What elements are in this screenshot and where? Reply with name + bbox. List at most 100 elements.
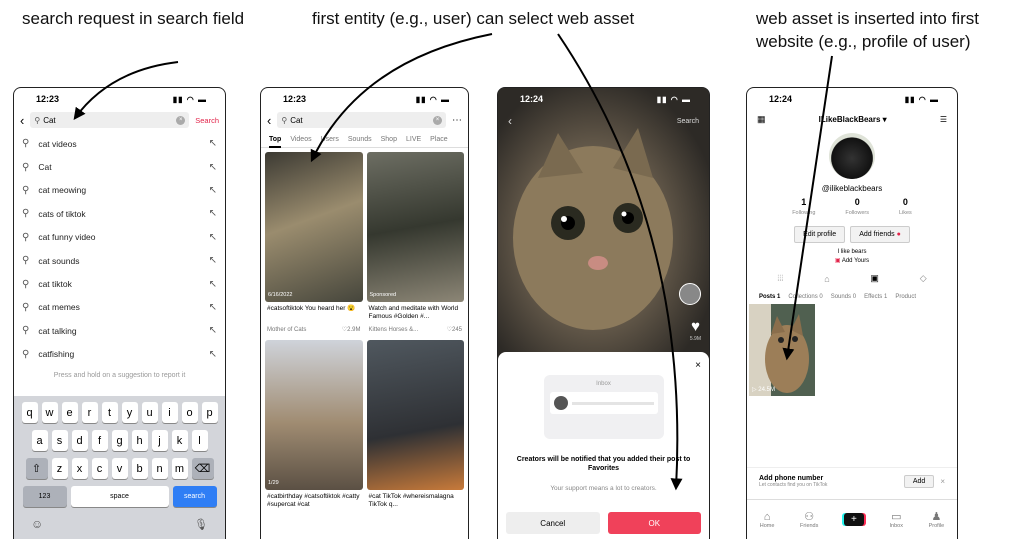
emoji-icon[interactable]: ☺ bbox=[31, 517, 43, 531]
key-z[interactable]: z bbox=[51, 458, 68, 479]
arrow-fill-icon[interactable]: ↖ bbox=[209, 138, 217, 149]
repost-icon[interactable]: ▣ bbox=[870, 273, 879, 284]
grid-icon[interactable]: ⦙⦙⦙ bbox=[777, 273, 783, 284]
tab-videos[interactable]: Videos bbox=[290, 136, 311, 147]
more-icon[interactable]: ⋯ bbox=[452, 115, 462, 126]
tab-live[interactable]: LIVE bbox=[406, 136, 421, 147]
key-q[interactable]: q bbox=[21, 402, 38, 423]
back-chevron-icon[interactable]: ‹ bbox=[20, 113, 24, 128]
arrow-fill-icon[interactable]: ↖ bbox=[209, 255, 217, 266]
suggestion-item[interactable]: ⚲ cat videos ↖ bbox=[14, 132, 225, 155]
key-d[interactable]: d bbox=[71, 430, 88, 451]
result-author[interactable]: Kittens Horses &... bbox=[369, 326, 419, 334]
result-card[interactable]: #cat TikTok #whereismalagna TikTok q... bbox=[366, 340, 464, 512]
tab-top[interactable]: Top bbox=[269, 136, 282, 148]
profile-stat[interactable]: 0 Followers bbox=[845, 198, 869, 218]
avatar[interactable] bbox=[679, 283, 701, 305]
key-g[interactable]: g bbox=[111, 430, 128, 451]
clear-icon[interactable]: × bbox=[176, 115, 186, 125]
key-l[interactable]: l bbox=[191, 430, 208, 451]
result-thumbnail[interactable]: 1/29 bbox=[265, 340, 363, 490]
key-c[interactable]: c bbox=[91, 458, 108, 479]
arrow-fill-icon[interactable]: ↖ bbox=[209, 208, 217, 219]
search-input[interactable]: ⚲ Cat × bbox=[277, 112, 446, 128]
key-k[interactable]: k bbox=[171, 430, 188, 451]
space-key[interactable]: space bbox=[70, 486, 169, 507]
arrow-fill-icon[interactable]: ↖ bbox=[209, 185, 217, 196]
qr-icon[interactable]: ▦ bbox=[757, 114, 766, 125]
profile-tab[interactable]: Collections 0 bbox=[788, 294, 822, 300]
clear-icon[interactable]: × bbox=[433, 115, 442, 125]
key-f[interactable]: f bbox=[91, 430, 108, 451]
close-icon[interactable]: × bbox=[506, 360, 701, 371]
arrow-fill-icon[interactable]: ↖ bbox=[209, 302, 217, 313]
like-heart-icon[interactable]: ♥ bbox=[691, 318, 700, 335]
tab-sounds[interactable]: Sounds bbox=[348, 136, 372, 147]
key-i[interactable]: i bbox=[161, 402, 178, 423]
arrow-fill-icon[interactable]: ↖ bbox=[209, 232, 217, 243]
key-n[interactable]: n bbox=[151, 458, 168, 479]
tab-users[interactable]: Users bbox=[321, 136, 339, 147]
nav-inbox[interactable]: ▭ Inbox bbox=[890, 510, 903, 529]
nav-create[interactable]: + bbox=[843, 513, 864, 526]
key-b[interactable]: b bbox=[131, 458, 148, 479]
delete-key[interactable]: ⌫ bbox=[191, 458, 214, 479]
key-t[interactable]: t bbox=[101, 402, 118, 423]
suggestion-item[interactable]: ⚲ cat meowing ↖ bbox=[14, 179, 225, 202]
result-author[interactable]: Mother of Cats bbox=[267, 326, 306, 334]
profile-stat[interactable]: 0 Likes bbox=[899, 198, 912, 218]
cancel-button[interactable]: Cancel bbox=[506, 512, 600, 534]
key-x[interactable]: x bbox=[71, 458, 88, 479]
search-input[interactable]: ⚲ Cat × bbox=[30, 112, 190, 128]
arrow-fill-icon[interactable]: ↖ bbox=[209, 279, 217, 290]
profile-tab[interactable]: Sounds 0 bbox=[831, 294, 856, 300]
ok-button[interactable]: OK bbox=[607, 512, 701, 534]
back-chevron-icon[interactable]: ‹ bbox=[508, 114, 512, 128]
arrow-fill-icon[interactable]: ↖ bbox=[209, 349, 217, 360]
arrow-fill-icon[interactable]: ↖ bbox=[209, 325, 217, 336]
numbers-key[interactable]: 123 bbox=[22, 486, 67, 507]
suggestion-item[interactable]: ⚲ Cat ↖ bbox=[14, 155, 225, 178]
close-icon[interactable]: × bbox=[940, 477, 945, 486]
add-yours-link[interactable]: ▣ Add Yours bbox=[747, 257, 957, 264]
search-button[interactable]: Search bbox=[195, 116, 219, 125]
key-w[interactable]: w bbox=[41, 402, 58, 423]
search-button[interactable]: Search bbox=[677, 118, 699, 125]
key-p[interactable]: p bbox=[201, 402, 218, 423]
arrow-fill-icon[interactable]: ↖ bbox=[209, 162, 217, 173]
profile-stat[interactable]: 1 Following bbox=[792, 198, 815, 218]
suggestion-item[interactable]: ⚲ cat tiktok ↖ bbox=[14, 272, 225, 295]
suggestion-item[interactable]: ⚲ cat memes ↖ bbox=[14, 296, 225, 319]
microphone-icon[interactable]: 🎙 bbox=[194, 518, 208, 531]
post-thumbnail[interactable]: ▷ 24.5M bbox=[749, 304, 815, 396]
lock-icon[interactable]: ⌂ bbox=[824, 274, 829, 284]
key-h[interactable]: h bbox=[131, 430, 148, 451]
suggestion-item[interactable]: ⚲ cat talking ↖ bbox=[14, 319, 225, 342]
suggestion-item[interactable]: ⚲ catfishing ↖ bbox=[14, 343, 225, 366]
profile-tab[interactable]: Product bbox=[895, 294, 916, 300]
profile-username[interactable]: ILikeBlackBears ▾ bbox=[819, 115, 887, 124]
add-phone-button[interactable]: Add bbox=[903, 475, 935, 488]
nav-friends[interactable]: ⚇ Friends bbox=[800, 510, 818, 529]
key-a[interactable]: a bbox=[31, 430, 48, 451]
suggestion-item[interactable]: ⚲ cats of tiktok ↖ bbox=[14, 202, 225, 225]
key-s[interactable]: s bbox=[51, 430, 68, 451]
tab-place[interactable]: Place bbox=[430, 136, 448, 147]
nav-home[interactable]: ⌂ Home bbox=[760, 511, 775, 529]
menu-icon[interactable]: ☰ bbox=[940, 115, 947, 124]
key-o[interactable]: o bbox=[181, 402, 198, 423]
result-thumbnail[interactable] bbox=[366, 340, 464, 490]
search-key[interactable]: search bbox=[172, 486, 217, 507]
key-v[interactable]: v bbox=[111, 458, 128, 479]
key-u[interactable]: u bbox=[141, 402, 158, 423]
key-m[interactable]: m bbox=[171, 458, 188, 479]
result-card[interactable]: 1/29 #catbirthday #catsoftiktok #catty #s… bbox=[265, 340, 363, 512]
profile-tab[interactable]: Posts 1 bbox=[759, 294, 780, 300]
result-card[interactable]: Sponsored Watch and meditate with World F… bbox=[366, 152, 464, 336]
result-thumbnail[interactable]: 6/16/2022 bbox=[265, 152, 363, 302]
add-friends-button[interactable]: Add friends ● bbox=[850, 226, 910, 243]
profile-tab[interactable]: Effects 1 bbox=[864, 294, 887, 300]
key-e[interactable]: e bbox=[61, 402, 78, 423]
shift-key[interactable]: ⇧ bbox=[25, 458, 48, 479]
nav-profile[interactable]: ♟ Profile bbox=[929, 510, 945, 529]
